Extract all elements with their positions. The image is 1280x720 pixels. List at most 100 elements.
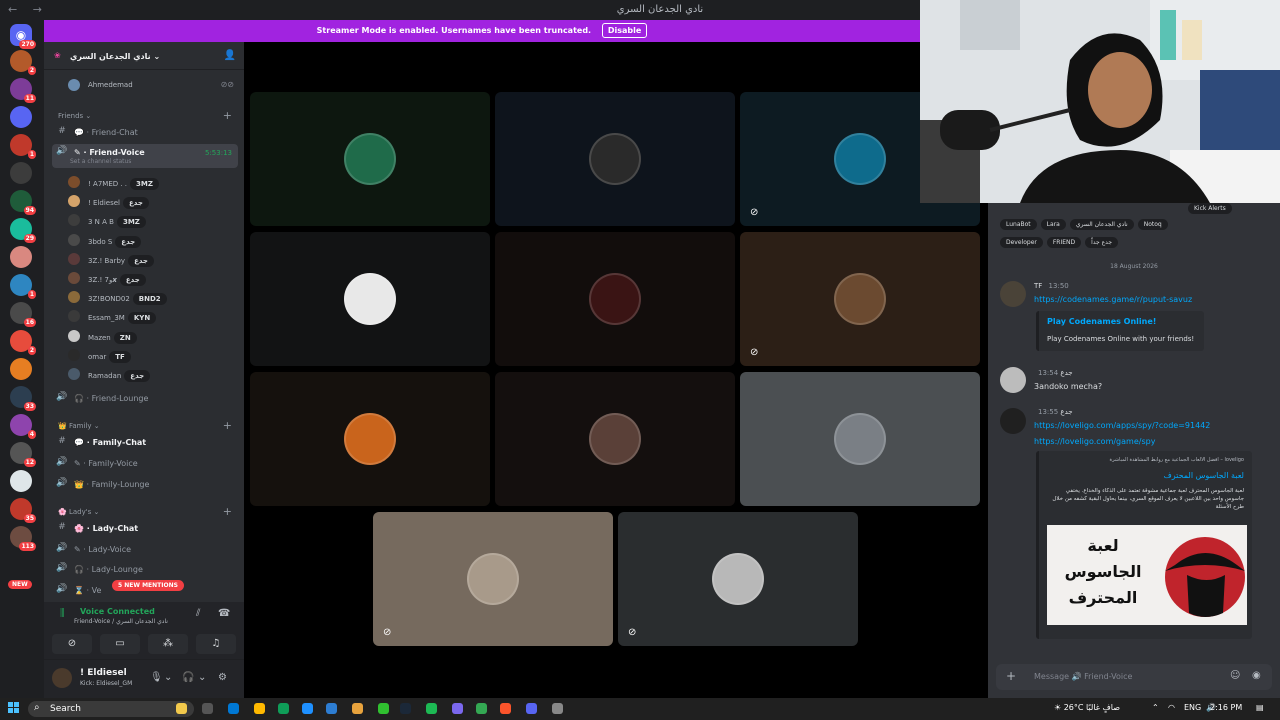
message-avatar[interactable] <box>1000 367 1026 393</box>
participant-tile[interactable] <box>250 372 490 506</box>
server-icon[interactable]: 11 <box>10 78 36 103</box>
server-icon[interactable]: 4 <box>10 414 36 439</box>
server-icon[interactable] <box>10 162 32 184</box>
voice-member[interactable]: omar TF <box>68 346 238 364</box>
participant-tile[interactable] <box>495 92 735 226</box>
notifications-icon[interactable]: ▤ <box>1256 703 1264 712</box>
server-icon[interactable] <box>10 470 32 492</box>
participant-tile[interactable]: ⊘ <box>740 232 980 366</box>
voice-member[interactable]: 3Z.! 7و𝙭 جدع <box>68 269 238 287</box>
voice-member[interactable]: ! A7MED . . 3MZ <box>68 173 238 191</box>
voice-member[interactable]: Ahmedemad ⊘⊘ <box>68 76 238 94</box>
channel-friend-lounge[interactable]: 🔊 🎧 · Friend-Lounge <box>52 390 238 408</box>
voice-member[interactable]: 3bdo S جدع <box>68 231 238 249</box>
server-icon[interactable]: 1 <box>10 134 36 159</box>
soundboard-button[interactable]: ♫ <box>196 634 236 654</box>
participant-tile[interactable] <box>740 372 980 506</box>
voice-member[interactable]: 3Z!BOND02 BND2 <box>68 288 238 306</box>
server-icon[interactable] <box>10 246 32 268</box>
participant-tile[interactable] <box>495 232 735 366</box>
emoji-icon[interactable]: ☺ <box>1230 670 1240 681</box>
app-icon[interactable] <box>452 703 463 714</box>
voice-member[interactable]: 3Z.! Barby جدع <box>68 250 238 268</box>
user-name[interactable]: ! Eldiesel <box>80 668 127 678</box>
noise-suppression-icon[interactable]: ⫽ <box>196 608 200 619</box>
gear-icon[interactable]: ⚙ <box>218 672 227 683</box>
user-tag-chip[interactable]: Kick Alerts <box>1188 203 1232 214</box>
tray-chevron-icon[interactable]: ⌃ <box>1152 703 1159 712</box>
server-icon[interactable]: 29 <box>10 218 36 243</box>
server-icon[interactable]: 35 <box>10 498 36 523</box>
add-channel-icon[interactable]: + <box>223 419 232 432</box>
participant-tile[interactable] <box>495 372 735 506</box>
mail-icon[interactable] <box>326 703 337 714</box>
steam-icon[interactable] <box>400 703 411 714</box>
guild-header[interactable]: ❀ نادي الجدعان السري ⌄ 👤 <box>44 42 244 70</box>
channel-family-voice[interactable]: 🔊 ✎ · Family-Voice <box>52 455 238 473</box>
voice-member[interactable]: Ramadan جدع <box>68 365 238 383</box>
camera-off-button[interactable]: ⊘ <box>52 634 92 654</box>
participant-tile[interactable]: ⊘ <box>373 512 613 646</box>
message-input[interactable]: Message 🔊 Friend-Voice <box>1034 672 1132 681</box>
add-attachment-icon[interactable]: + <box>1006 669 1016 683</box>
file-explorer-icon[interactable] <box>254 703 265 714</box>
channel-status[interactable]: Set a channel status <box>70 158 131 165</box>
user-tag-chip[interactable]: FRIEND <box>1046 237 1082 248</box>
channel-lady-lounge[interactable]: 🔊 🎧 · Lady-Lounge <box>52 561 238 579</box>
channel-friend-voice[interactable]: 🔊 ✎ · Friend-Voice 5:53:13 Set a channel… <box>52 144 238 168</box>
participant-tile[interactable] <box>250 232 490 366</box>
voice-member[interactable]: Mazen ZN <box>68 327 238 345</box>
user-avatar[interactable] <box>52 668 72 688</box>
user-tag-chip[interactable]: Developer <box>1000 237 1043 248</box>
wifi-icon[interactable]: ◠ <box>1168 703 1175 712</box>
chevron-down-icon[interactable]: ⌄ <box>164 672 172 683</box>
server-icon[interactable]: 16 <box>10 302 36 327</box>
brave-icon[interactable] <box>500 703 511 714</box>
participant-tile[interactable]: ⊘ <box>618 512 858 646</box>
voice-member[interactable]: Essam_3M KYN <box>68 307 238 325</box>
history-nav[interactable]: ← → <box>8 3 48 16</box>
message-link[interactable]: https://loveligo.com/apps/spy/?code=9144… <box>1034 421 1210 430</box>
user-tag-chip[interactable]: Notoq <box>1137 219 1168 230</box>
message-avatar[interactable] <box>1000 281 1026 307</box>
copilot-icon[interactable] <box>228 703 239 714</box>
voice-member[interactable]: 3 N A B 3MZ <box>68 211 238 229</box>
user-tag-chip[interactable]: LunaBot <box>1000 219 1037 230</box>
spotify-icon[interactable] <box>426 703 437 714</box>
channel-lady-chat[interactable]: # 🌸 · Lady-Chat <box>52 520 238 538</box>
message-link[interactable]: https://codenames.game/r/puput-savuz <box>1034 295 1192 304</box>
activities-button[interactable]: ⁂ <box>148 634 188 654</box>
user-tag-chip[interactable]: جدع جداً <box>1085 237 1119 248</box>
channel-lady-voice[interactable]: 🔊 ✎ · Lady-Voice <box>52 541 238 559</box>
microphone-icon[interactable]: 🎙 <box>150 672 163 683</box>
embed-image[interactable]: لعبة الجاسوس المحترف <box>1047 525 1247 625</box>
new-mentions-badge[interactable]: 5 NEW MENTIONS <box>112 580 184 591</box>
weather-widget[interactable]: ☀ 26°C صافٍ غالبًا <box>1054 703 1120 712</box>
chrome-icon[interactable] <box>476 703 487 714</box>
server-icon[interactable]: 33 <box>10 386 36 411</box>
embed-title[interactable]: لعبة الجاسوس المحترف <box>1163 471 1244 480</box>
add-channel-icon[interactable]: + <box>223 505 232 518</box>
edge-icon[interactable] <box>278 703 289 714</box>
user-tag-chip[interactable]: نادي الجدعان السري <box>1069 219 1134 230</box>
voice-member[interactable]: ! Eldiesel جدع <box>68 192 238 210</box>
user-tag-chip[interactable]: Lara <box>1040 219 1066 230</box>
store-icon[interactable] <box>302 703 313 714</box>
server-icon[interactable]: 2 <box>10 50 36 75</box>
server-icon[interactable] <box>10 106 32 128</box>
language-indicator[interactable]: ENG <box>1184 703 1201 712</box>
task-view-icon[interactable] <box>202 703 213 714</box>
embed-title[interactable]: Play Codenames Online! <box>1047 317 1156 326</box>
message-avatar[interactable] <box>1000 408 1026 434</box>
chevron-down-icon[interactable]: ⌄ <box>198 672 206 683</box>
home-button[interactable]: ◉ 270 <box>10 24 36 49</box>
channel-friend-chat[interactable]: # 💬 · Friend-Chat <box>52 124 238 142</box>
widget-icon[interactable] <box>176 703 187 714</box>
folder-icon[interactable] <box>352 703 363 714</box>
headphones-icon[interactable]: 🎧 <box>182 672 194 683</box>
server-icon[interactable] <box>10 358 32 380</box>
disable-streamer-mode-button[interactable]: Disable <box>601 23 648 38</box>
server-icon[interactable]: 94 <box>10 190 36 215</box>
channel-family-lounge[interactable]: 🔊 👑 · Family-Lounge <box>52 476 238 494</box>
taskbar-search[interactable]: ⌕ Search <box>28 701 194 717</box>
